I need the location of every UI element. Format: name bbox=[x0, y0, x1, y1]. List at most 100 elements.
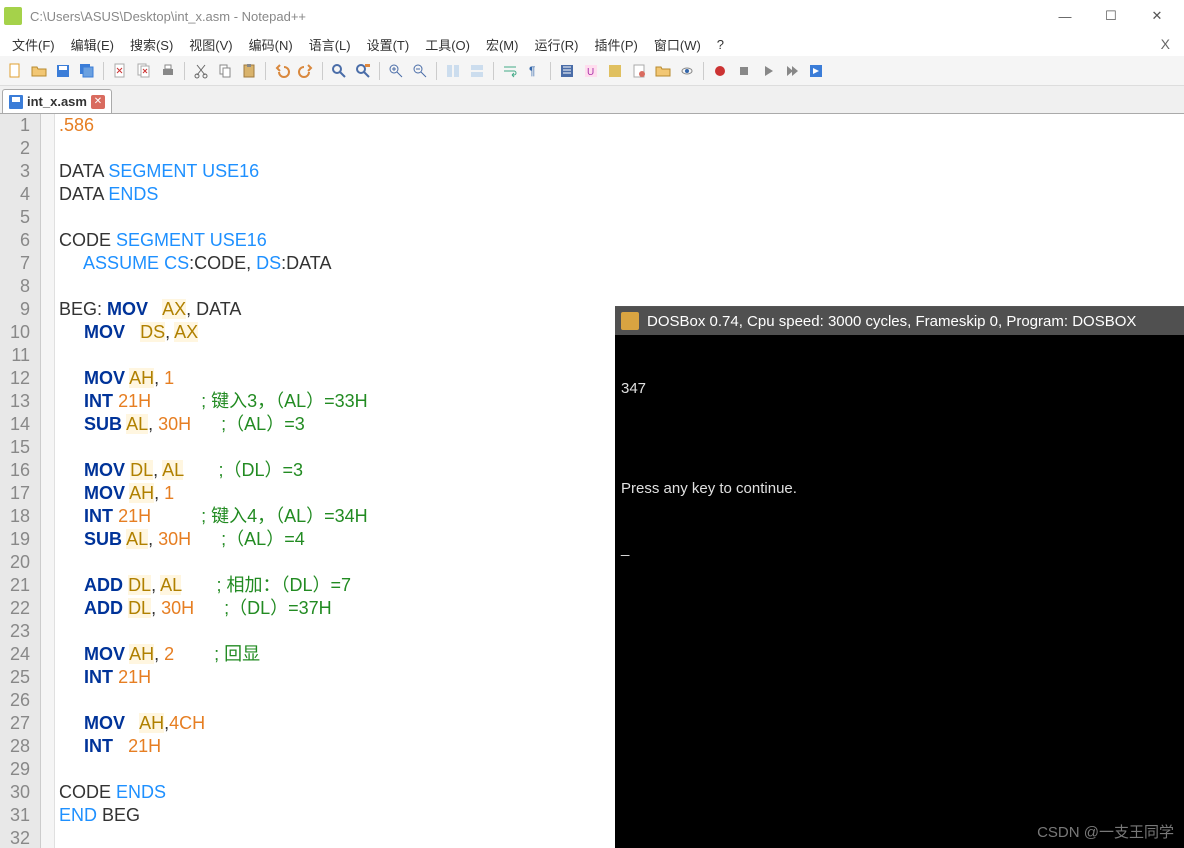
sync-v-icon[interactable] bbox=[442, 60, 464, 82]
token-kw: INT bbox=[84, 736, 113, 756]
token-kw2: ENDS bbox=[108, 184, 158, 204]
code-line[interactable]: DATA SEGMENT USE16 bbox=[55, 160, 1184, 183]
sync-h-icon[interactable] bbox=[466, 60, 488, 82]
menu-window[interactable]: 窗口(W) bbox=[646, 35, 709, 54]
tab-close-icon[interactable]: ✕ bbox=[91, 95, 105, 109]
zoom-in-icon[interactable] bbox=[385, 60, 407, 82]
code-line[interactable]: DATA ENDS bbox=[55, 183, 1184, 206]
token-txt bbox=[59, 667, 84, 687]
play-multi-icon[interactable] bbox=[781, 60, 803, 82]
wordwrap-icon[interactable] bbox=[499, 60, 521, 82]
copy-icon[interactable] bbox=[214, 60, 236, 82]
line-number: 15 bbox=[10, 436, 30, 459]
menu-file[interactable]: 文件(F) bbox=[4, 35, 63, 54]
toolbar-sep bbox=[703, 62, 704, 80]
token-reg: DL bbox=[130, 460, 153, 480]
close-file-icon[interactable] bbox=[109, 60, 131, 82]
menu-language[interactable]: 语言(L) bbox=[301, 35, 359, 54]
token-com: ;（AL）=3 bbox=[221, 414, 305, 434]
token-txt bbox=[59, 414, 84, 434]
dosbox-window[interactable]: DOSBox 0.74, Cpu speed: 3000 cycles, Fra… bbox=[615, 306, 1184, 848]
token-kw: ADD bbox=[84, 575, 123, 595]
token-com: ;（AL）=4 bbox=[221, 529, 305, 549]
show-all-chars-icon[interactable]: ¶ bbox=[523, 60, 545, 82]
line-number: 12 bbox=[10, 367, 30, 390]
menu-encoding[interactable]: 编码(N) bbox=[241, 35, 301, 54]
token-num: 21H bbox=[128, 736, 161, 756]
token-kw2: ENDS bbox=[116, 782, 166, 802]
line-number: 22 bbox=[10, 597, 30, 620]
token-kw: MOV bbox=[84, 644, 125, 664]
code-line[interactable]: CODE SEGMENT USE16 bbox=[55, 229, 1184, 252]
indent-guide-icon[interactable] bbox=[556, 60, 578, 82]
menu-search[interactable]: 搜索(S) bbox=[122, 35, 181, 54]
token-txt: , bbox=[148, 529, 158, 549]
save-macro-icon[interactable] bbox=[805, 60, 827, 82]
token-txt bbox=[181, 575, 216, 595]
stop-macro-icon[interactable] bbox=[733, 60, 755, 82]
folder-icon[interactable] bbox=[652, 60, 674, 82]
maximize-button[interactable]: ☐ bbox=[1088, 0, 1134, 32]
minimize-button[interactable]: — bbox=[1042, 0, 1088, 32]
code-line[interactable] bbox=[55, 275, 1184, 298]
undo-icon[interactable] bbox=[271, 60, 293, 82]
token-txt: DATA bbox=[59, 161, 108, 181]
code-line[interactable] bbox=[55, 206, 1184, 229]
close-button[interactable]: ✕ bbox=[1134, 0, 1180, 32]
token-txt bbox=[59, 322, 84, 342]
doc-list-icon[interactable] bbox=[628, 60, 650, 82]
save-all-icon[interactable] bbox=[76, 60, 98, 82]
titlebar: C:\Users\ASUS\Desktop\int_x.asm - Notepa… bbox=[0, 0, 1184, 32]
line-number: 17 bbox=[10, 482, 30, 505]
paste-icon[interactable] bbox=[238, 60, 260, 82]
token-kw: MOV bbox=[84, 713, 125, 733]
code-line[interactable]: ASSUME CS:CODE, DS:DATA bbox=[55, 252, 1184, 275]
play-macro-icon[interactable] bbox=[757, 60, 779, 82]
redo-icon[interactable] bbox=[295, 60, 317, 82]
userlang-icon[interactable]: U bbox=[580, 60, 602, 82]
save-icon[interactable] bbox=[52, 60, 74, 82]
doc-map-icon[interactable] bbox=[604, 60, 626, 82]
token-txt: CODE bbox=[59, 782, 116, 802]
menu-view[interactable]: 视图(V) bbox=[181, 35, 240, 54]
menu-edit[interactable]: 编辑(E) bbox=[63, 35, 122, 54]
save-status-icon bbox=[9, 95, 23, 109]
monitor-icon[interactable] bbox=[676, 60, 698, 82]
token-kw2: CS bbox=[164, 253, 189, 273]
code-line[interactable] bbox=[55, 137, 1184, 160]
token-txt bbox=[191, 414, 221, 434]
close-all-icon[interactable] bbox=[133, 60, 155, 82]
record-macro-icon[interactable] bbox=[709, 60, 731, 82]
token-reg: AH bbox=[139, 713, 164, 733]
token-txt: , DATA bbox=[186, 299, 241, 319]
menu-settings[interactable]: 设置(T) bbox=[359, 35, 418, 54]
tab-int-x-asm[interactable]: int_x.asm ✕ bbox=[2, 89, 112, 113]
replace-icon[interactable] bbox=[352, 60, 374, 82]
code-line[interactable]: .586 bbox=[55, 114, 1184, 137]
menu-plugins[interactable]: 插件(P) bbox=[587, 35, 646, 54]
print-icon[interactable] bbox=[157, 60, 179, 82]
token-txt bbox=[151, 391, 201, 411]
dosbox-titlebar[interactable]: DOSBox 0.74, Cpu speed: 3000 cycles, Fra… bbox=[615, 307, 1184, 335]
token-kw2: SEGMENT bbox=[108, 161, 197, 181]
token-txt: , bbox=[151, 575, 160, 595]
token-kw: ADD bbox=[84, 598, 123, 618]
zoom-out-icon[interactable] bbox=[409, 60, 431, 82]
token-txt: , bbox=[148, 414, 158, 434]
menu-help[interactable]: ? bbox=[709, 37, 732, 52]
token-num: 4CH bbox=[169, 713, 205, 733]
toolbar-sep bbox=[103, 62, 104, 80]
token-txt bbox=[59, 391, 84, 411]
line-number: 11 bbox=[10, 344, 30, 367]
line-number: 25 bbox=[10, 666, 30, 689]
token-num: 1 bbox=[164, 483, 174, 503]
menu-macro[interactable]: 宏(M) bbox=[478, 35, 527, 54]
open-file-icon[interactable] bbox=[28, 60, 50, 82]
cut-icon[interactable] bbox=[190, 60, 212, 82]
menu-tools[interactable]: 工具(O) bbox=[417, 35, 478, 54]
menu-run[interactable]: 运行(R) bbox=[526, 35, 586, 54]
menu-close-doc[interactable]: X bbox=[1151, 36, 1180, 52]
new-file-icon[interactable] bbox=[4, 60, 26, 82]
token-num: 1 bbox=[164, 368, 174, 388]
find-icon[interactable] bbox=[328, 60, 350, 82]
